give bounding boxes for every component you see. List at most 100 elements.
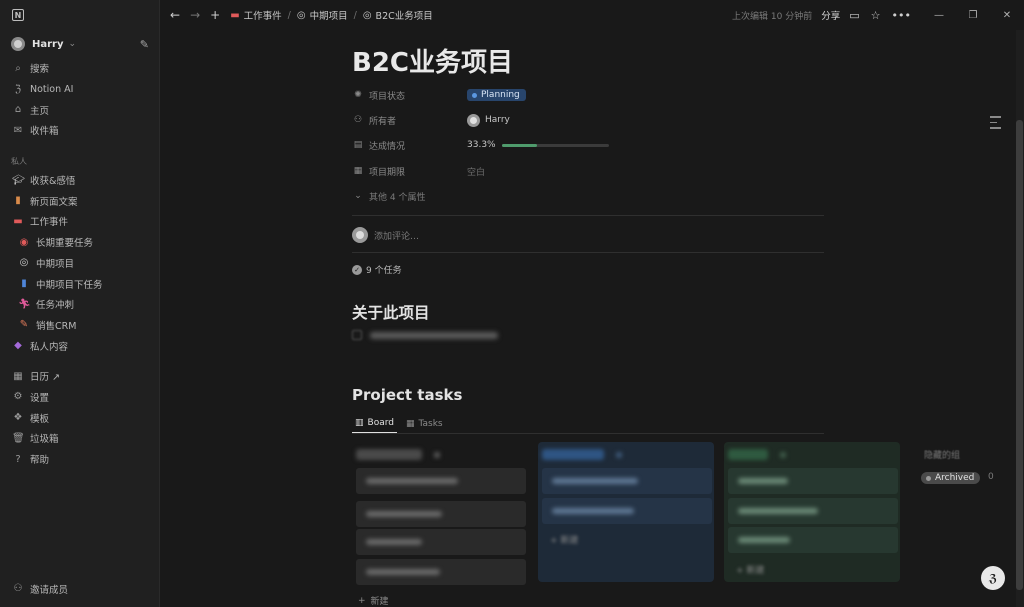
sidebar-item-work[interactable]: ▬ 工作事件 xyxy=(0,211,159,232)
board-card[interactable] xyxy=(728,527,898,553)
comment-icon[interactable]: ▭ xyxy=(849,9,859,22)
breadcrumb-item[interactable]: 工作事件 xyxy=(244,8,282,22)
board-card[interactable] xyxy=(356,529,526,555)
sidebar-item-home[interactable]: ⌂ 主页 xyxy=(0,99,159,120)
sidebar-item-help[interactable]: ? 帮助 xyxy=(0,449,159,470)
sidebar-item-mid-term-projects[interactable]: ◎ 中期项目 xyxy=(0,253,159,274)
property-value[interactable]: 空白 xyxy=(467,165,485,178)
board-column xyxy=(352,442,528,585)
status-text: Planning xyxy=(481,90,520,100)
target-icon: ◉ xyxy=(19,236,29,248)
more-properties-text: 其他 4 个属性 xyxy=(369,192,426,203)
scrollbar[interactable] xyxy=(1016,30,1024,607)
sidebar-item-sprint[interactable]: 🏃︎ 任务冲刺 xyxy=(0,294,159,315)
workspace-switcher[interactable]: Harry ⌄ ✎ xyxy=(0,30,159,58)
column-label xyxy=(728,449,768,460)
column-count xyxy=(616,451,622,458)
more-properties-toggle[interactable]: ⌄ 其他 4 个属性 xyxy=(352,186,824,206)
board-card[interactable] xyxy=(356,468,526,494)
tab-board[interactable]: ▥ Board xyxy=(352,414,397,433)
tab-tasks[interactable]: ▦ Tasks xyxy=(403,414,446,433)
sidebar-item-new-page-copy[interactable]: ▮ 新页面文案 xyxy=(0,190,159,211)
close-icon[interactable]: ✕ xyxy=(990,10,1024,21)
blurred-checklist-item xyxy=(352,330,498,340)
new-page-icon[interactable]: ✎ xyxy=(140,38,149,51)
sidebar-item-reflections[interactable]: 🎓︎ 收获&感悟 xyxy=(0,170,159,191)
column-header[interactable] xyxy=(356,449,440,460)
sidebar-item-mid-term-tasks[interactable]: ▮ 中期项目下任务 xyxy=(0,273,159,294)
divider xyxy=(352,252,824,253)
breadcrumb-item[interactable]: 中期项目 xyxy=(310,8,348,22)
property-label: ⌄ 其他 4 个属性 xyxy=(352,190,552,203)
archived-count: 0 xyxy=(988,472,994,482)
help-button[interactable]: ℨ xyxy=(981,566,1005,590)
board-card[interactable] xyxy=(728,498,898,524)
property-owner[interactable]: ⚇ 所有者 Harry xyxy=(352,110,824,130)
column-add-button[interactable]: + 新建 xyxy=(736,563,764,576)
property-status[interactable]: ✺ 项目状态 Planning xyxy=(352,85,824,105)
home-icon: ⌂ xyxy=(14,104,22,116)
new-card-button[interactable]: + 新建 xyxy=(358,594,389,607)
table-icon: ▦ xyxy=(405,418,415,429)
property-deadline[interactable]: ▦ 项目期限 空白 xyxy=(352,161,824,181)
spiral-icon: ◎ xyxy=(296,9,306,21)
comment-input[interactable]: 添加评论… xyxy=(352,227,419,243)
sidebar-item-label: 中期项目 xyxy=(36,258,75,270)
archived-group-badge[interactable]: Archived xyxy=(921,472,981,484)
board-card[interactable] xyxy=(356,501,526,527)
checkbox-icon xyxy=(352,330,362,340)
book-icon: ▮ xyxy=(15,195,21,207)
sidebar-item-sales-crm[interactable]: ✎ 销售CRM xyxy=(0,315,159,336)
sidebar-item-label: 设置 xyxy=(30,392,50,404)
more-icon[interactable]: ••• xyxy=(892,9,911,22)
blurred-text xyxy=(370,331,498,339)
sidebar-item-notion-ai[interactable]: ℨ Notion AI xyxy=(0,79,159,100)
back-arrow-icon[interactable]: ← xyxy=(170,8,180,22)
sidebar-item-label: 帮助 xyxy=(30,455,50,467)
chevron-down-icon: ⌄ xyxy=(68,39,77,49)
plus-icon[interactable]: + xyxy=(210,8,220,22)
column-header[interactable] xyxy=(542,449,622,460)
sidebar-item-trash[interactable]: 🗑︎ 垃圾箱 xyxy=(0,428,159,449)
restore-icon[interactable]: ❐ xyxy=(956,10,990,21)
sidebar-item-search[interactable]: ⌕ 搜索 xyxy=(0,58,159,79)
column-header[interactable] xyxy=(728,449,786,460)
invite-members-label: 邀请成员 xyxy=(30,584,69,596)
page-title[interactable]: B2C业务项目 xyxy=(352,42,513,79)
board-card[interactable] xyxy=(356,559,526,585)
property-value[interactable]: 33.3% xyxy=(467,140,609,150)
sidebar-item-inbox[interactable]: ✉ 收件箱 xyxy=(0,120,159,141)
scrollbar-thumb[interactable] xyxy=(1016,120,1023,590)
invite-members-button[interactable]: ⚇ 邀请成员 xyxy=(0,578,160,599)
topbar: ← → + ▬ 工作事件 / ◎ 中期项目 / ◎ B2C业务项目 上次编辑 1… xyxy=(160,0,1024,30)
board-card[interactable] xyxy=(542,498,712,524)
avatar xyxy=(352,227,368,243)
status-badge[interactable]: Planning xyxy=(467,89,526,101)
column-label xyxy=(542,449,604,460)
star-icon[interactable]: ☆ xyxy=(871,9,881,22)
sidebar-item-calendar[interactable]: ▦ 日历 ↗ xyxy=(0,366,159,387)
board-card[interactable] xyxy=(542,468,712,494)
status-icon: ✺ xyxy=(354,90,362,100)
forward-arrow-icon[interactable]: → xyxy=(190,8,200,22)
sidebar-item-label: 搜索 xyxy=(30,64,50,76)
column-add-button[interactable]: + 新建 xyxy=(550,533,578,546)
sidebar-item-long-term-tasks[interactable]: ◉ 长期重要任务 xyxy=(0,232,159,253)
sidebar-item-settings[interactable]: ⚙ 设置 xyxy=(0,387,159,408)
property-value[interactable]: Harry xyxy=(467,113,510,127)
check-circle-icon: ✓ xyxy=(352,264,362,275)
sidebar-item-templates[interactable]: ❖ 模板 xyxy=(0,407,159,428)
board-card[interactable] xyxy=(728,468,898,494)
graduation-cap-icon: 🎓︎ xyxy=(12,174,25,186)
view-tabs: ▥ Board ▦ Tasks xyxy=(352,414,824,434)
sidebar-item-private-content[interactable]: ◆ 私人内容 xyxy=(0,335,159,356)
tasks-count[interactable]: ✓ 9 个任务 xyxy=(352,263,402,276)
share-button[interactable]: 分享 xyxy=(821,8,840,22)
formula-icon: ▤ xyxy=(353,140,363,150)
table-of-contents-icon[interactable] xyxy=(990,116,1001,133)
minimize-icon[interactable]: — xyxy=(922,10,956,21)
property-progress[interactable]: ▤ 达成情况 33.3% xyxy=(352,135,824,155)
trash-icon: 🗑︎ xyxy=(12,432,25,444)
property-value[interactable]: Planning xyxy=(467,89,526,101)
breadcrumb-item[interactable]: B2C业务项目 xyxy=(376,8,433,22)
